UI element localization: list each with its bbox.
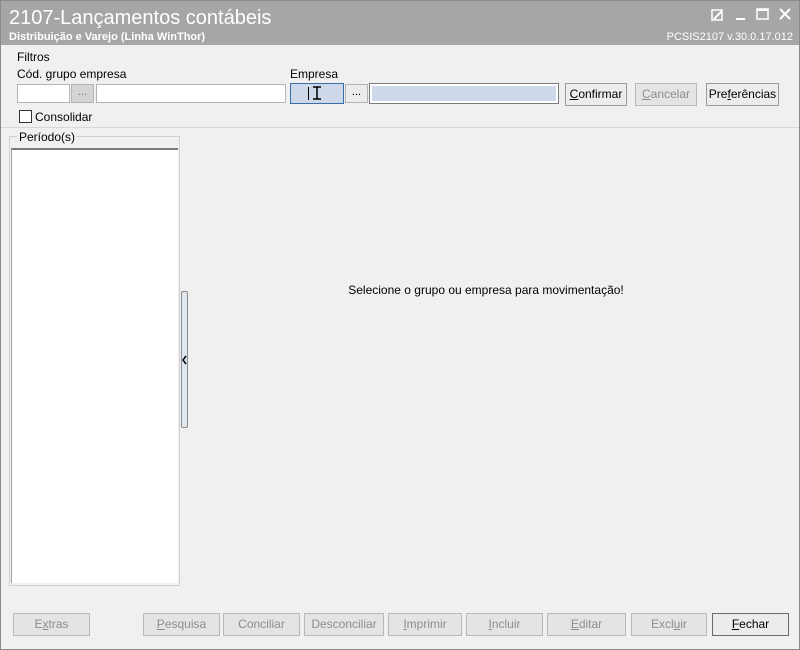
cod-grupo-input[interactable]	[17, 84, 70, 103]
cod-grupo-label: Cód. grupo empresa	[17, 67, 127, 81]
filters-group-label: Filtros	[17, 50, 50, 64]
empresa-label: Empresa	[290, 67, 339, 81]
fechar-button[interactable]: Fechar	[712, 613, 789, 636]
minimize-button[interactable]	[731, 5, 751, 25]
editar-label-rest: ditar	[578, 617, 603, 631]
pesquisa-button[interactable]: Pesquisa	[143, 613, 220, 636]
fechar-label-rest: echar	[739, 617, 770, 631]
maximize-icon	[756, 8, 769, 20]
maximize-button[interactable]	[753, 5, 773, 25]
cancelar-mnemonic: C	[641, 87, 651, 101]
restore-icon	[711, 9, 723, 21]
imprimir-label-rest: mprimir	[406, 617, 447, 631]
confirmar-button[interactable]: Confirmar	[565, 83, 627, 106]
excluir-button[interactable]: Excluir	[631, 613, 707, 636]
extras-label-pre: E	[34, 617, 43, 631]
empresa-description-field[interactable]	[369, 83, 559, 104]
text-cursor-icon	[308, 86, 321, 100]
chevron-left-icon	[182, 355, 187, 365]
incluir-label-rest: ncluir	[491, 617, 521, 631]
periodos-list[interactable]	[11, 148, 178, 583]
empresa-input[interactable]	[290, 83, 344, 104]
window-subtitle: Distribuição e Varejo (Linha WinThor)	[9, 31, 206, 43]
consolidar-checkbox[interactable]	[19, 110, 32, 123]
editar-button[interactable]: Editar	[547, 613, 626, 636]
cancelar-button[interactable]: Cancelar	[635, 83, 697, 106]
empresa-description-fill	[372, 86, 556, 101]
cod-grupo-browse-button[interactable]: ...	[71, 84, 94, 103]
grupo-description-field[interactable]	[96, 84, 286, 103]
preferencias-button[interactable]: Preferências	[706, 83, 779, 106]
version-label: PCSIS2107 v.30.0.17.012	[666, 31, 793, 43]
close-button[interactable]	[776, 5, 796, 25]
incluir-button[interactable]: Incluir	[466, 613, 543, 636]
window-title: 2107-Lançamentos contábeis	[9, 7, 272, 29]
editar-mnemonic: E	[570, 617, 579, 631]
minimize-icon	[736, 18, 745, 20]
periodos-label: Período(s)	[17, 130, 78, 144]
close-icon	[779, 8, 791, 20]
extras-label-rest: tras	[48, 617, 69, 631]
pesquisa-label-rest: esquisa	[164, 617, 207, 631]
cancelar-label: ancelar	[650, 87, 691, 101]
preferencias-label-rest: erências	[730, 87, 777, 101]
title-bar: 2107-Lançamentos contábeis Distribuição …	[1, 1, 799, 45]
excluir-label-pre: Excl	[650, 617, 674, 631]
restore-button[interactable]	[708, 5, 728, 25]
extras-button[interactable]: Extras	[13, 613, 90, 636]
imprimir-button[interactable]: Imprimir	[388, 613, 462, 636]
desconciliar-button[interactable]: Desconciliar	[304, 613, 384, 636]
confirmar-label: onfirmar	[578, 87, 623, 101]
conciliar-button[interactable]: Conciliar	[223, 613, 300, 636]
pesquisa-mnemonic: P	[156, 617, 165, 631]
application-window: 2107-Lançamentos contábeis Distribuição …	[0, 0, 800, 650]
preferencias-label-pre: Pre	[708, 87, 728, 101]
consolidar-label[interactable]: Consolidar	[35, 110, 92, 124]
panel-collapse-splitter[interactable]	[181, 291, 188, 428]
empresa-browse-button[interactable]: ...	[345, 84, 368, 103]
excluir-label-rest: ir	[680, 617, 688, 631]
filters-divider	[1, 127, 799, 128]
main-message: Selecione o grupo ou empresa para movime…	[348, 283, 624, 297]
